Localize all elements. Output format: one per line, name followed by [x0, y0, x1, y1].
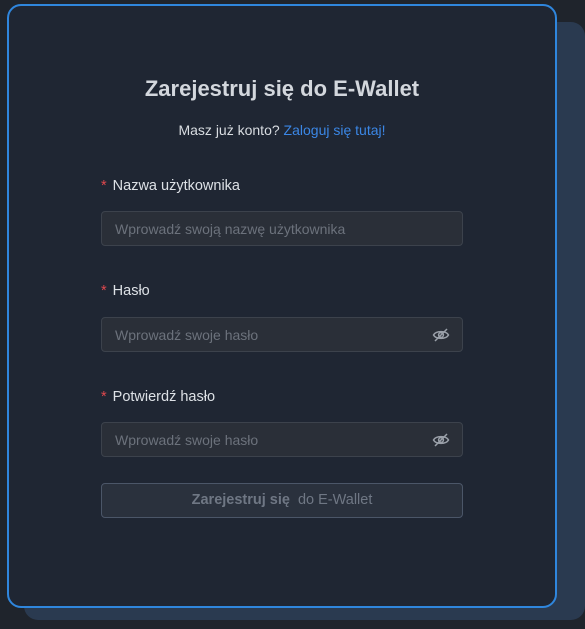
- register-card: Zarejestruj się do E-Wallet Masz już kon…: [7, 4, 557, 608]
- required-mark: *: [101, 389, 107, 405]
- confirm-password-input[interactable]: [102, 423, 462, 456]
- password-label: * Hasło: [101, 283, 150, 299]
- confirm-password-label-text: Potwierdź hasło: [112, 389, 216, 405]
- login-prompt-text: Masz już konto?: [178, 122, 280, 138]
- username-label-text: Nazwa użytkownika: [112, 178, 240, 194]
- password-label-text: Hasło: [112, 283, 150, 299]
- login-prompt: Masz już konto? Zaloguj się tutaj!: [9, 122, 555, 138]
- confirm-password-label: * Potwierdź hasło: [101, 389, 215, 405]
- required-mark: *: [101, 178, 107, 194]
- password-field-wrapper: [101, 317, 463, 352]
- username-field-wrapper: [101, 211, 463, 246]
- username-input[interactable]: [102, 212, 462, 245]
- register-button[interactable]: Zarejestruj się do E-Wallet: [101, 483, 463, 518]
- register-button-bold: Zarejestruj się: [191, 492, 290, 508]
- title-rest: do E-Wallet: [300, 76, 420, 101]
- register-button-rest: do E-Wallet: [297, 492, 373, 508]
- confirm-password-field-wrapper: [101, 422, 463, 457]
- required-mark: *: [101, 283, 107, 299]
- eye-off-icon[interactable]: [432, 327, 450, 343]
- eye-off-icon[interactable]: [432, 432, 450, 448]
- login-link[interactable]: Zaloguj się tutaj!: [284, 122, 386, 138]
- title-bold: Zarejestruj się: [144, 76, 295, 101]
- password-input[interactable]: [102, 318, 462, 351]
- username-label: * Nazwa użytkownika: [101, 178, 240, 194]
- page-title: Zarejestruj się do E-Wallet: [9, 76, 555, 102]
